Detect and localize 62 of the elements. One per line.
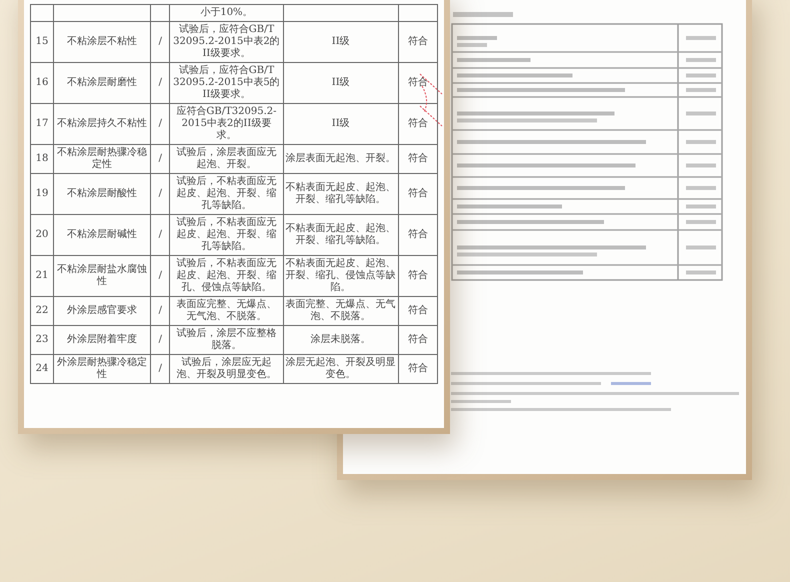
table-cell: 应符合GB/T32095.2-2015中表2的II级要求。 xyxy=(176,106,276,141)
table-cell: 不粘涂层耐碱性 xyxy=(67,229,138,240)
table-cell: 涂层表面无起泡、开裂。 xyxy=(286,153,396,164)
table-cell: 17 xyxy=(36,118,48,129)
table-cell: 23 xyxy=(36,334,48,345)
table-cell: 外涂层耐热骤冷稳定性 xyxy=(57,357,148,380)
table-cell: 试验后，应符合GB/T 32095.2-2015中表2的II级要求。 xyxy=(173,24,280,59)
table-cell: / xyxy=(158,363,162,374)
table-cell: 24 xyxy=(36,363,48,374)
table-cell: II级 xyxy=(332,118,350,129)
table-cell: 符合 xyxy=(408,363,428,374)
table-cell: 不粘涂层耐盐水腐蚀性 xyxy=(57,264,148,287)
table-cell: 不粘涂层耐热骤冷稳定性 xyxy=(57,147,148,170)
table-cell: 18 xyxy=(36,153,48,164)
table-cell: 表面完整、无爆点、无气泡、不脱落。 xyxy=(286,299,396,322)
table-cell: 16 xyxy=(36,77,48,88)
table-cell: 试验后，不粘表面应无起皮、起泡、开裂、缩孔等缺陷。 xyxy=(176,217,276,252)
table-cell: 不粘表面无起皮、起泡、开裂、缩孔等缺陷。 xyxy=(286,223,396,246)
table-cell: 21 xyxy=(36,270,48,281)
table-cell: 符合 xyxy=(408,153,428,164)
table-cell: 试验后，涂层不应整格脱落。 xyxy=(176,328,276,351)
table-cell: 小于10%。 xyxy=(200,7,253,18)
table-cell: II级 xyxy=(332,36,350,47)
table-cell: 试验后，不粘表面应无起皮、起泡、开裂、缩孔等缺陷。 xyxy=(176,176,276,211)
table-cell: / xyxy=(158,36,162,47)
table-cell: 试验后，涂层表面应无起泡、开裂。 xyxy=(176,147,276,170)
table-cell: 涂层无起泡、开裂及明显变色。 xyxy=(286,357,396,380)
table-cell: / xyxy=(158,270,162,281)
table-cell: 表面应完整、无爆点、无气泡、不脱落。 xyxy=(176,299,276,322)
table-cell: / xyxy=(158,153,162,164)
table-cell: / xyxy=(158,229,162,240)
table-cell: / xyxy=(158,118,162,129)
seal-stamp-drawing xyxy=(418,72,444,128)
table-cell: / xyxy=(158,334,162,345)
table-cell: 不粘涂层不粘性 xyxy=(67,36,138,47)
table-cell: 试验后，涂层应无起泡、开裂及明显变色。 xyxy=(176,357,276,380)
table-cell: 外涂层感官要求 xyxy=(67,305,138,316)
table-cell: 20 xyxy=(36,229,48,240)
table-cell: 不粘涂层持久不粘性 xyxy=(57,118,148,129)
table-cell: 符合 xyxy=(408,305,428,316)
table-cell: 22 xyxy=(36,305,48,316)
table-cell: 外涂层附着牢度 xyxy=(67,334,138,345)
table-cell: II级 xyxy=(332,77,350,88)
table-cell: 19 xyxy=(36,188,48,199)
table-cell: 符合 xyxy=(408,188,428,199)
table-cell: / xyxy=(158,188,162,199)
table-cell: 不粘涂层耐酸性 xyxy=(67,188,138,199)
table-cell: 符合 xyxy=(408,270,428,281)
table-cell: 15 xyxy=(36,36,48,47)
table-cell: 试验后，不粘表面应无起皮、起泡、开裂、缩孔、侵蚀点等缺陷。 xyxy=(176,258,276,293)
table-cell: 符合 xyxy=(408,118,428,129)
table-cell: / xyxy=(158,77,162,88)
table-cell: 符合 xyxy=(408,229,428,240)
table-cell: 不粘表面无起皮、起泡、开裂、缩孔、侵蚀点等缺陷。 xyxy=(286,258,396,293)
table-cell: / xyxy=(158,305,162,316)
table-cell: 符合 xyxy=(408,77,428,88)
table-cell: 涂层未脱落。 xyxy=(310,334,371,345)
table-cell: 符合 xyxy=(408,36,428,47)
table-cell: 试验后，应符合GB/T 32095.2-2015中表5的II级要求。 xyxy=(173,65,280,100)
table-cell: 符合 xyxy=(408,334,428,345)
table-cell: 不粘表面无起皮、起泡、开裂、缩孔等缺陷。 xyxy=(286,182,396,205)
table-cell: 不粘涂层耐磨性 xyxy=(67,77,138,88)
